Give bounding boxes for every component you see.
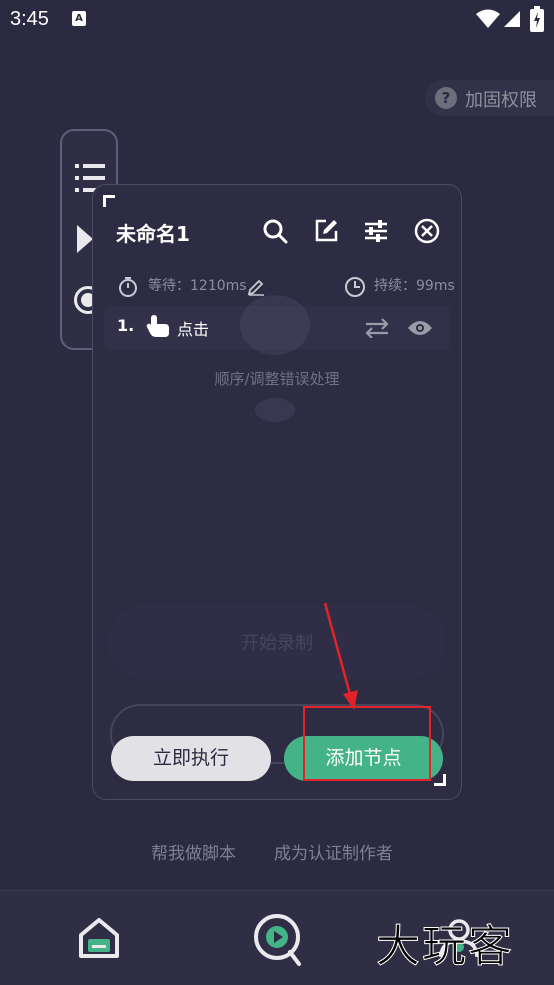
resize-corner-top-left[interactable]	[103, 195, 115, 207]
watermark: 大玩客	[376, 921, 514, 973]
status-bar: 3:45 A	[0, 0, 554, 40]
tap-hand-icon	[146, 315, 169, 337]
become-author-link[interactable]: 成为认证制作者	[274, 839, 393, 864]
duration-label: 持续：99ms	[374, 278, 455, 294]
battery-icon	[530, 6, 544, 32]
settings-sliders-icon[interactable]	[362, 217, 390, 245]
search-icon[interactable]	[261, 217, 289, 245]
eye-icon[interactable]	[407, 318, 433, 338]
annotation-arrow	[323, 602, 358, 710]
step-number: 1.	[117, 316, 135, 335]
resize-corner-bottom-right[interactable]	[434, 774, 446, 786]
signal-icon	[504, 11, 520, 27]
permission-label: 加固权限	[465, 90, 537, 111]
add-node-button[interactable]: 添加节点	[284, 736, 443, 781]
step-label: 点击	[177, 320, 210, 339]
ghost-record-label: 开始录制	[241, 633, 313, 654]
wifi-icon	[476, 9, 500, 28]
panel-title[interactable]: 未命名1	[116, 218, 190, 247]
empty-hint: 顺序/调整错误处理	[214, 370, 340, 388]
close-icon[interactable]	[413, 217, 441, 245]
play-icon[interactable]	[77, 225, 93, 253]
run-now-button[interactable]: 立即执行	[111, 736, 271, 781]
home-icon[interactable]	[78, 917, 120, 959]
permission-chip[interactable]: ? 加固权限	[425, 80, 554, 116]
empty-state-illustration	[240, 295, 310, 422]
ghost-record-button: 开始录制	[108, 605, 446, 679]
timer-icon	[119, 277, 137, 297]
clock-icon	[345, 277, 365, 297]
swap-icon[interactable]	[365, 318, 389, 338]
help-circle-icon: ?	[435, 87, 457, 109]
status-time: 3:45	[10, 8, 49, 30]
edit-icon[interactable]	[312, 217, 340, 245]
help-script-link[interactable]: 帮我做脚本	[151, 839, 236, 864]
notification-a-icon: A	[72, 11, 86, 26]
run-icon[interactable]	[252, 912, 304, 968]
